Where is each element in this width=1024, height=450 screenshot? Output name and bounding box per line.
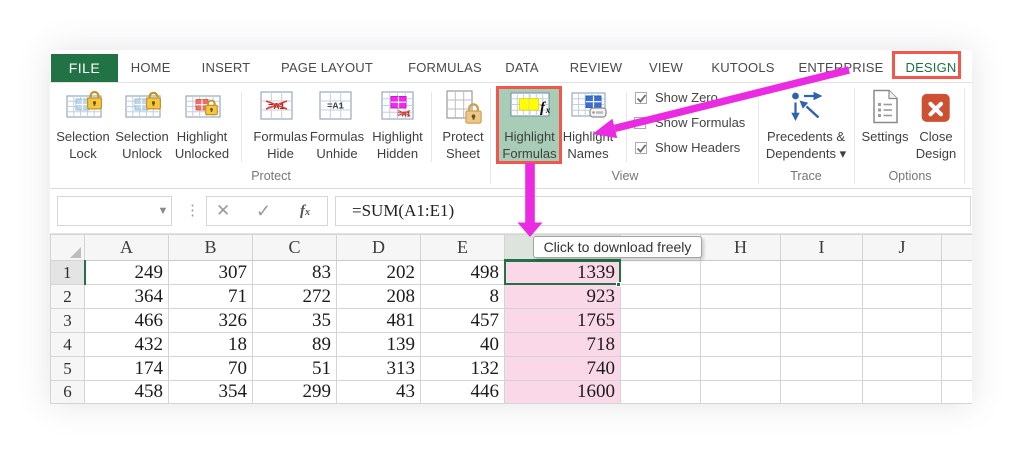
- svg-text:=A1: =A1: [327, 101, 344, 112]
